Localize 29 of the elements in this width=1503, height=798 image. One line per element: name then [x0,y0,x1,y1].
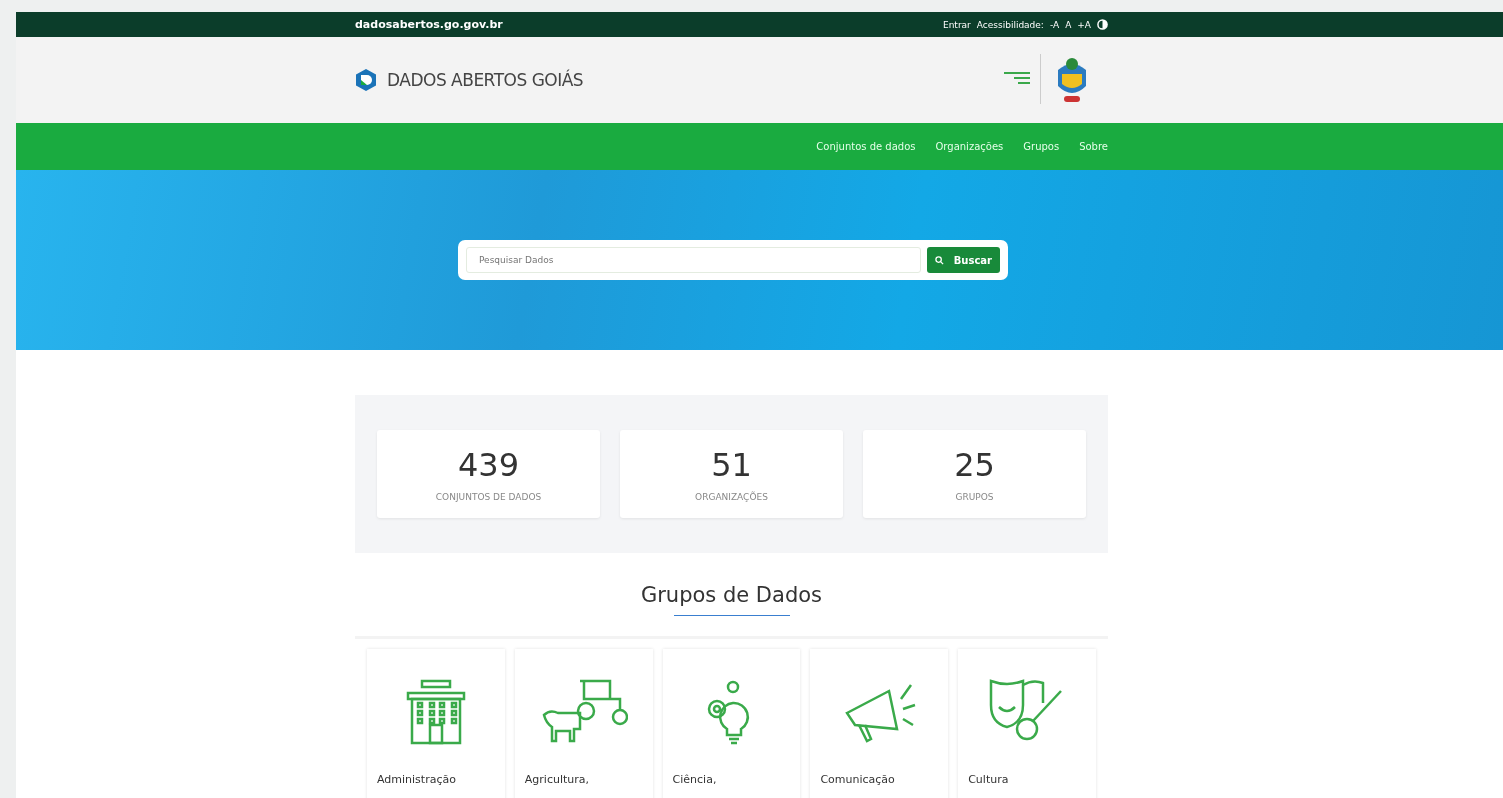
stat-label: CONJUNTOS DE DADOS [435,492,542,502]
font-size-link[interactable]: -A [1049,19,1060,30]
accessibility-label: Acessibilidade: [976,19,1044,30]
login-link[interactable]: Entrar [942,19,971,30]
section-title: Grupos de Dados [640,583,823,607]
group-name: Agricultura, [524,773,590,786]
group-name: Administração [377,773,457,786]
font-size-link[interactable]: +A [1077,19,1091,30]
contrast-icon[interactable] [1097,19,1108,30]
stat-value: 25 [954,446,995,484]
group-name: Ciência, [672,773,718,786]
group-card[interactable]: Agricultura, [514,649,653,798]
group-card[interactable]: Comunicação [810,649,949,798]
group-name: Cultura [968,773,1010,786]
search-icon [934,255,944,265]
site-title: DADOS ABERTOS GOIÁS [387,70,584,90]
font-size-link[interactable]: A [1065,19,1072,30]
group-card[interactable]: Administração [367,649,505,798]
group-card[interactable]: Cultura [958,649,1096,798]
stat-value: 51 [711,446,752,484]
stat-value: 439 [457,446,520,484]
stat-label: ORGANIZAÇÕES [695,492,768,502]
group-card[interactable]: Ciência, [662,649,801,798]
group-name: Comunicação [820,773,896,786]
stat-label: GRUPOS [955,492,994,502]
logo-icon [355,68,377,92]
search-button[interactable]: Buscar [926,247,1000,273]
search-field[interactable]: Pesquisar Dados [466,247,921,273]
site-link[interactable]: dadosabertos.go.gov.br [355,18,503,31]
